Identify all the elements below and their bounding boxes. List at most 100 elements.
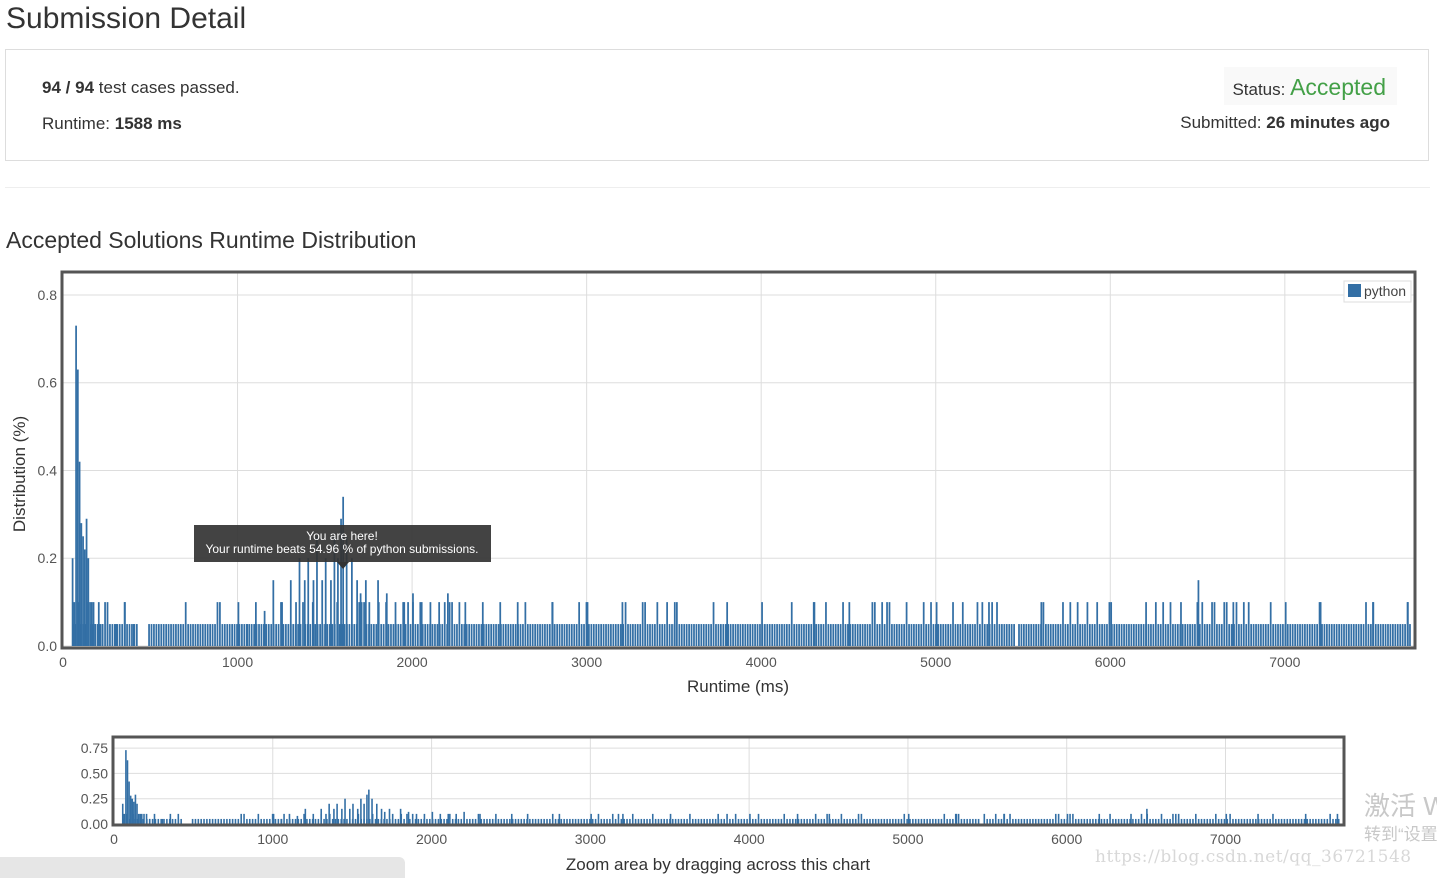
distribution-bar[interactable] — [272, 813, 275, 824]
distribution-bar[interactable] — [669, 813, 672, 824]
distribution-bar[interactable] — [364, 580, 367, 646]
distribution-bar[interactable] — [87, 558, 90, 646]
distribution-bar[interactable] — [1110, 602, 1113, 646]
distribution-bar[interactable] — [1177, 813, 1180, 824]
distribution-bar[interactable] — [368, 789, 370, 824]
distribution-bar[interactable] — [330, 580, 332, 646]
distribution-bar[interactable] — [415, 813, 418, 824]
distribution-bar[interactable] — [344, 798, 346, 824]
distribution-bar[interactable] — [371, 798, 373, 824]
distribution-bar[interactable] — [288, 813, 291, 824]
distribution-bar[interactable] — [153, 813, 156, 824]
distribution-bar[interactable] — [385, 593, 388, 646]
distribution-bar[interactable] — [255, 602, 257, 646]
distribution-bar[interactable] — [828, 813, 831, 824]
distribution-bar[interactable] — [139, 813, 141, 824]
distribution-bar[interactable] — [298, 558, 301, 646]
distribution-bar[interactable] — [407, 811, 410, 824]
distribution-bar[interactable] — [1304, 813, 1307, 824]
distribution-bar[interactable] — [134, 794, 137, 824]
distribution-bar[interactable] — [1372, 602, 1374, 646]
distribution-bar[interactable] — [336, 803, 338, 824]
distribution-bar[interactable] — [237, 602, 240, 646]
distribution-bar[interactable] — [325, 813, 327, 824]
distribution-bar[interactable] — [132, 624, 135, 646]
distribution-bar[interactable] — [101, 624, 104, 646]
distribution-bar[interactable] — [356, 808, 359, 824]
distribution-bar[interactable] — [145, 813, 148, 824]
distribution-bar[interactable] — [289, 580, 292, 646]
distribution-bar[interactable] — [510, 813, 513, 824]
navigator-bars[interactable] — [121, 750, 1340, 824]
distribution-bar[interactable] — [463, 811, 465, 824]
distribution-bar[interactable] — [375, 803, 378, 824]
distribution-bar[interactable] — [76, 369, 79, 646]
distribution-bar[interactable] — [1257, 813, 1259, 824]
distribution-bar[interactable] — [377, 580, 379, 646]
chart-bars[interactable] — [71, 325, 1411, 646]
distribution-bar[interactable] — [328, 803, 330, 824]
legend[interactable]: python — [1343, 280, 1412, 303]
distribution-bar[interactable] — [388, 808, 391, 824]
distribution-bar[interactable] — [303, 580, 306, 646]
distribution-bar[interactable] — [749, 813, 751, 824]
distribution-bar[interactable] — [586, 602, 589, 646]
distribution-bar[interactable] — [366, 794, 368, 824]
distribution-bar[interactable] — [447, 813, 450, 824]
distribution-bar[interactable] — [439, 813, 442, 824]
distribution-bar[interactable] — [295, 602, 297, 646]
distribution-bar[interactable] — [717, 813, 719, 824]
distribution-bar[interactable] — [447, 593, 449, 646]
distribution-bar[interactable] — [1336, 813, 1339, 824]
distribution-bar[interactable] — [526, 813, 529, 824]
distribution-bar[interactable] — [296, 815, 299, 824]
distribution-bar[interactable] — [73, 602, 76, 646]
distribution-bar[interactable] — [129, 795, 132, 824]
distribution-bar[interactable] — [359, 593, 362, 646]
distribution-bar[interactable] — [123, 813, 126, 824]
distribution-bar[interactable] — [136, 803, 138, 824]
distribution-bar[interactable] — [312, 580, 315, 646]
distribution-bar[interactable] — [403, 602, 406, 646]
distribution-bar[interactable] — [1098, 813, 1101, 824]
distribution-bar[interactable] — [280, 818, 283, 824]
distribution-bar[interactable] — [1040, 602, 1043, 646]
distribution-bar[interactable] — [140, 813, 143, 824]
distribution-bar[interactable] — [320, 808, 323, 824]
distribution-bar[interactable] — [412, 593, 414, 646]
distribution-bar[interactable] — [590, 813, 592, 824]
distribution-bar[interactable] — [106, 602, 109, 646]
distribution-bar[interactable] — [761, 602, 763, 646]
distribution-bar[interactable] — [1003, 813, 1005, 824]
runtime-distribution-chart[interactable]: 0 1000 2000 3000 4000 5000 6000 7000 0.00.20.40… — [0, 0, 1437, 710]
distribution-bar[interactable] — [281, 602, 283, 646]
distribution-bar[interactable] — [115, 624, 118, 646]
distribution-bar[interactable] — [1225, 813, 1228, 824]
distribution-bar[interactable] — [423, 813, 426, 824]
distribution-bar[interactable] — [360, 798, 362, 824]
distribution-bar[interactable] — [131, 798, 134, 824]
distribution-bar[interactable] — [85, 518, 88, 646]
distribution-bar[interactable] — [1130, 813, 1132, 824]
distribution-bar[interactable] — [263, 610, 266, 646]
distribution-bar[interactable] — [82, 536, 84, 646]
distribution-bar[interactable] — [907, 813, 910, 824]
distribution-bar[interactable] — [481, 602, 484, 646]
distribution-bar[interactable] — [324, 558, 327, 646]
distribution-bar[interactable] — [307, 558, 310, 646]
distribution-bar[interactable] — [161, 818, 164, 824]
distribution-bar[interactable] — [133, 801, 135, 824]
distribution-bar[interactable] — [137, 813, 140, 824]
distribution-bar[interactable] — [312, 813, 315, 824]
distribution-bar[interactable] — [337, 558, 339, 646]
distribution-bar[interactable] — [495, 813, 497, 824]
distribution-bar[interactable] — [621, 602, 624, 646]
distribution-bar[interactable] — [272, 580, 275, 646]
distribution-bar[interactable] — [726, 602, 729, 646]
distribution-bar[interactable] — [124, 602, 126, 646]
distribution-bar[interactable] — [169, 813, 172, 824]
distribution-bar[interactable] — [92, 602, 95, 646]
distribution-bar[interactable] — [89, 602, 91, 646]
distribution-bar[interactable] — [464, 602, 467, 646]
distribution-bar[interactable] — [126, 760, 129, 824]
